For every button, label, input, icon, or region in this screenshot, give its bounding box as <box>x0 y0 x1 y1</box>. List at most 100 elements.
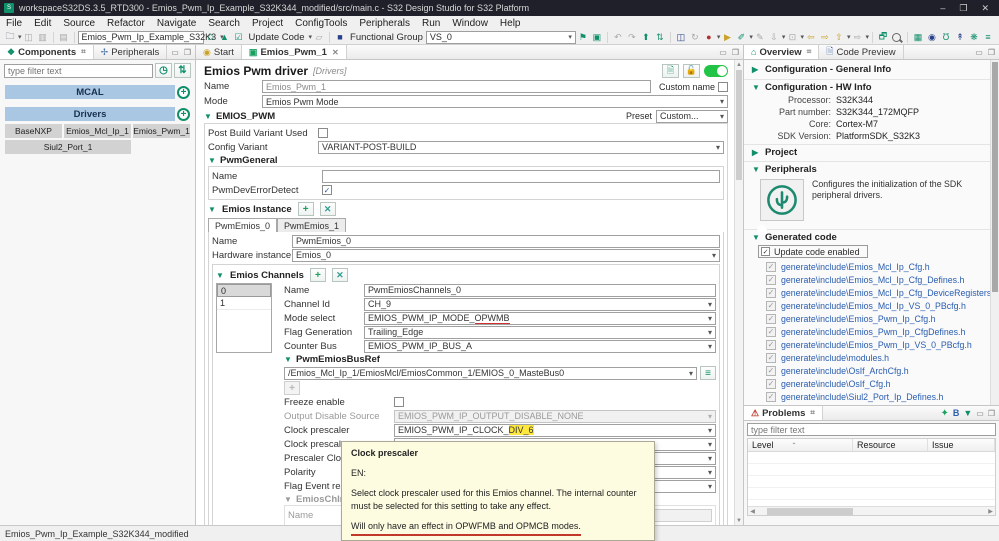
editor-minimize-icon[interactable]: ▭ <box>719 48 727 57</box>
custom-name-checkbox[interactable] <box>718 81 728 92</box>
last-edit-icon[interactable]: ⇧ <box>832 31 846 44</box>
channel-id-select[interactable]: CH_9 ▾ <box>364 297 716 311</box>
perspective-pins-icon[interactable]: Ʊ <box>939 31 953 44</box>
flag-icon[interactable]: ⚑ <box>576 31 590 44</box>
project-selector-combo[interactable]: Emios_Pwm_Ip_Example_S32K3 ▾ <box>77 30 224 44</box>
link-editor-icon[interactable]: 🗗 <box>876 31 890 44</box>
tab-peripherals[interactable]: ✢ Peripherals <box>94 45 168 59</box>
busref-menu-icon[interactable]: ≡ <box>700 366 716 380</box>
remove-channel-button[interactable]: ✕ <box>331 268 348 282</box>
emios-instance-chevron-icon[interactable]: ▼ <box>208 205 216 214</box>
remove-instance-button[interactable]: ✕ <box>319 202 336 216</box>
save-icon[interactable]: ◫ <box>22 31 36 44</box>
menu-navigate[interactable]: Navigate <box>151 18 202 29</box>
drivers-add-icon[interactable]: + <box>177 107 190 121</box>
peripherals-cactus-icon[interactable] <box>760 179 804 221</box>
generated-file-link[interactable]: generate\include\Emios_Mcl_Ip_Cfg.h <box>781 262 930 272</box>
peripherals-chevron-icon[interactable]: ▼ <box>752 165 760 174</box>
project-title[interactable]: Project <box>765 147 797 158</box>
menu-refactor[interactable]: Refactor <box>101 18 151 29</box>
busref-add-button[interactable]: + <box>284 381 300 395</box>
run-config-icon[interactable]: ▶ <box>720 31 734 44</box>
back-icon[interactable]: ⇦ <box>804 31 818 44</box>
debug-icon[interactable]: ● <box>702 31 716 44</box>
subtab-pwmemios-1[interactable]: PwmEmios_1 <box>277 218 347 232</box>
tab-start[interactable]: ◉ Start <box>196 45 242 59</box>
scroll-up-icon[interactable]: ▲ <box>735 60 743 69</box>
editor-scroll-thumb[interactable] <box>736 70 742 180</box>
generated-file-link[interactable]: generate\include\Emios_Mcl_Ip_VS_0_PBcfg… <box>781 301 966 311</box>
scroll-left-icon[interactable]: ◀ <box>748 508 757 515</box>
generated-file-link[interactable]: generate\include\Emios_Mcl_Ip_Cfg_Define… <box>781 275 964 285</box>
pins-tool-icon[interactable]: ▲ <box>218 31 232 44</box>
drivers-group-header[interactable]: Drivers <box>5 107 175 121</box>
add-instance-button[interactable]: + <box>297 202 314 216</box>
tab-components[interactable]: ❖ Components ⌗ <box>0 45 94 59</box>
update-code-button[interactable]: Update Code <box>246 32 308 43</box>
components-filter-input[interactable] <box>4 63 153 78</box>
problems-filter-input[interactable]: type filter text <box>747 423 996 436</box>
tab-close-icon[interactable]: ✕ <box>332 48 339 57</box>
forward-icon[interactable]: ⇨ <box>818 31 832 44</box>
perspective-clocks-icon[interactable]: ❋ <box>967 31 981 44</box>
column-level[interactable]: Level ⌃ <box>748 439 853 451</box>
build-icon[interactable]: ⬆ <box>639 31 653 44</box>
refresh-icon[interactable]: ↻ <box>688 31 702 44</box>
mode-select[interactable]: Emios Pwm Mode ▾ <box>262 95 728 108</box>
channel-list[interactable]: 0 1 <box>216 283 272 353</box>
driver-enabled-toggle[interactable] <box>704 64 728 77</box>
general-info-chevron-icon[interactable]: ▶ <box>752 65 760 74</box>
sort-components-button[interactable]: ⇅ <box>174 63 191 78</box>
generated-file-link[interactable]: generate\include\Emios_Pwm_Ip_CfgDefines… <box>781 327 965 337</box>
generated-file-link[interactable]: generate\include\Siul2_Port_Ip_Defines.h <box>781 392 943 402</box>
menu-help[interactable]: Help <box>494 18 527 29</box>
save-all-icon[interactable]: ▥ <box>36 31 50 44</box>
menu-window[interactable]: Window <box>446 18 494 29</box>
component-emios-mcl-ip-1[interactable]: Emios_Mcl_Ip_1 <box>63 124 132 138</box>
wand-icon[interactable]: ✐ <box>734 31 748 44</box>
home-icon[interactable]: ⌂ <box>204 31 218 44</box>
menu-file[interactable]: File <box>0 18 28 29</box>
editor-vertical-scrollbar[interactable]: ▲ ▼ <box>734 60 743 525</box>
counter-bus-select[interactable]: EMIOS_PWM_IP_BUS_A ▾ <box>364 339 716 353</box>
problems-maximize-icon[interactable]: ❐ <box>988 409 995 418</box>
project-chevron-icon[interactable]: ▶ <box>752 148 760 157</box>
component-siul2-port-1[interactable]: Siul2_Port_1 <box>5 140 132 154</box>
channel-name-input[interactable]: PwmEmiosChannels_0 <box>364 283 716 297</box>
update-code-enabled-checkbox[interactable] <box>761 247 770 256</box>
problems-scroll-thumb[interactable] <box>767 507 853 515</box>
next-annotation-icon[interactable]: ⇨ <box>850 31 864 44</box>
overview-scroll-thumb[interactable] <box>992 62 998 292</box>
overview-scrollbar[interactable] <box>990 60 999 405</box>
quick-fix-icon[interactable]: ✦ <box>940 408 948 419</box>
menu-configtools[interactable]: ConfigTools <box>289 18 353 29</box>
perspective-config-icon[interactable]: ▦ <box>911 31 925 44</box>
tab-code-preview[interactable]: 🗎 Code Preview <box>819 45 904 59</box>
tab-overview[interactable]: ⌂ Overview ⌗ <box>744 45 820 59</box>
clock-prescaler-select[interactable]: EMIOS_PWM_IP_CLOCK_ DIV_6 ▾ <box>394 423 716 437</box>
pencil-icon[interactable]: ✎ <box>753 31 767 44</box>
menu-edit[interactable]: Edit <box>28 18 57 29</box>
generated-file-link[interactable]: generate\include\Emios_Pwm_Ip_VS_0_PBcfg… <box>781 340 972 350</box>
config-variant-select[interactable]: VARIANT-POST-BUILD ▾ <box>318 140 724 154</box>
pwm-general-name-input[interactable] <box>322 169 720 183</box>
mcal-add-icon[interactable]: + <box>177 85 190 99</box>
generated-file-link[interactable]: generate\include\modules.h <box>781 353 889 363</box>
scroll-right-icon[interactable]: ▶ <box>986 508 995 515</box>
post-build-checkbox[interactable] <box>318 128 328 138</box>
undo-icon[interactable]: ↶ <box>611 31 625 44</box>
minimize-button[interactable]: – <box>940 3 945 14</box>
generated-code-title[interactable]: Generated code <box>765 232 837 243</box>
generated-file-link[interactable]: generate\include\Emios_Pwm_Ip_Cfg.h <box>781 314 936 324</box>
left-maximize-icon[interactable]: ❐ <box>184 48 191 57</box>
console-icon[interactable]: ▣ <box>590 31 604 44</box>
sort-icon[interactable]: ⇅ <box>653 31 667 44</box>
peripherals-section-title[interactable]: Peripherals <box>765 164 817 175</box>
generated-file-link[interactable]: generate\include\Emios_Mcl_Ip_Cfg_Device… <box>781 288 990 298</box>
flag-generation-select[interactable]: Trailing_Edge ▾ <box>364 325 716 339</box>
pwm-general-chevron-icon[interactable]: ▼ <box>208 156 216 165</box>
maximize-button[interactable]: ❐ <box>959 3 967 14</box>
doc-view-button[interactable]: 🗎 <box>662 63 679 78</box>
tab-problems[interactable]: ⚠ Problems ⌗ <box>744 406 823 420</box>
overview-tab-pin-icon[interactable]: ⌗ <box>807 47 812 57</box>
